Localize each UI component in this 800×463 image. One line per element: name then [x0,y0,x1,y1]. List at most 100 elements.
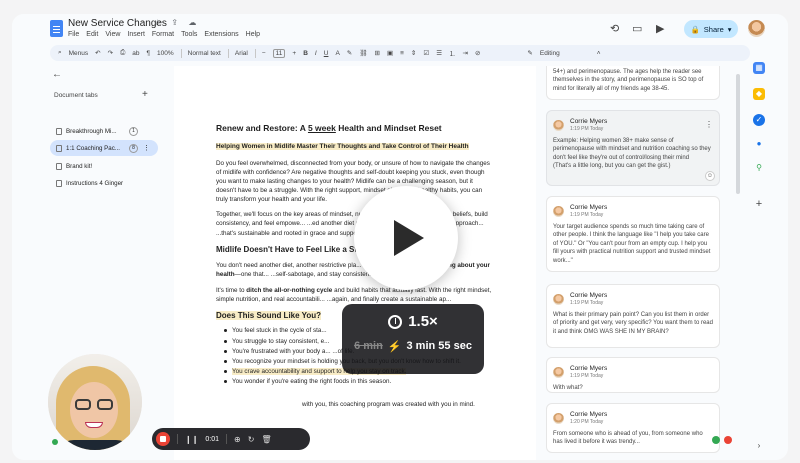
more-icon[interactable]: ⋮ [143,144,150,152]
indent-icon[interactable]: ⇥ [463,49,468,57]
menu-edit[interactable]: Edit [86,31,98,38]
comment-card[interactable]: Corrie Myers 1:19 PM Today ⋮ Example: Hel… [546,110,720,186]
image-icon[interactable]: ▣ [387,49,393,57]
keep-icon[interactable]: ◆ [753,88,765,100]
tab-breakthrough[interactable]: Breakthrough Mi... 1 [50,123,158,139]
menu-format[interactable]: Format [152,31,174,38]
share-label: Share [703,24,724,34]
menu-help[interactable]: Help [246,31,260,38]
font-select[interactable]: Arial [235,50,248,57]
numbered-list-icon[interactable]: ⒈ [449,48,456,58]
paragraph: You don't need another diet, another res… [216,261,494,279]
undo-icon[interactable]: ↶ [95,49,100,57]
chevron-up-icon[interactable]: ˄ [597,50,601,57]
mode-select[interactable]: Editing [540,50,560,57]
chevron-right-icon[interactable]: › [753,440,765,452]
draw-icon[interactable]: ⊕ [234,435,241,444]
tab-label: Instructions 4 Ginger [66,179,124,187]
pause-icon[interactable]: ❙❙ [185,435,198,444]
menu-extensions[interactable]: Extensions [204,31,238,38]
maps-icon[interactable]: ⚲ [753,162,765,174]
toolbar: ⌕ Menus ↶ ↷ ⎙ ab ¶ 100% Normal text Aria… [50,45,750,61]
bold-icon[interactable]: B [303,50,308,57]
tab-instructions[interactable]: Instructions 4 Ginger [50,175,158,191]
print-icon[interactable]: ⎙ [120,49,125,57]
contacts-icon[interactable]: ● [753,138,765,150]
comment-card[interactable]: Corrie Myers 1:20 PM Today From someone w… [546,403,720,453]
back-arrow-icon[interactable]: ← [52,69,62,80]
lock-icon: 🔒 [690,24,700,34]
comment-icon[interactable]: ▭ [632,22,642,35]
highlight-icon[interactable]: ✎ [347,49,352,57]
align-icon[interactable]: ≡ [400,50,404,57]
emoji-react-icon[interactable]: ☺ [705,171,715,181]
history-icon[interactable]: ⟲ [610,22,619,35]
comment-card[interactable]: Corrie Myers 1:19 PM Today What is their … [546,284,720,348]
comment-author: Corrie Myers [570,411,608,418]
share-button[interactable]: 🔒 Share ▾ [684,20,738,38]
search-icon[interactable]: ⌕ [58,49,62,57]
comment-card[interactable]: Corrie Myers 1:19 PM Today With what? [546,357,720,393]
tab-label: 1:1 Coaching Pac... [66,144,121,152]
docs-logo-icon[interactable] [50,20,63,37]
comment-author: Corrie Myers [570,118,608,125]
text: It's time to [216,286,247,294]
document-page[interactable]: Renew and Restore: A 5 week Health and M… [174,66,536,460]
restart-icon[interactable]: ↻ [248,435,255,444]
font-size-input[interactable]: 11 [272,48,286,58]
avatar[interactable] [748,20,765,37]
webcam-bubble[interactable] [48,354,142,450]
clear-format-icon[interactable]: ⊘ [475,49,480,57]
tab-label: Brand kit! [66,162,93,170]
avatar [553,412,564,424]
heading-text: Health and Mindset Reset [335,123,442,133]
tabs-header: Document tabs [54,92,98,99]
document-heading: Renew and Restore: A 5 week Health and M… [216,122,494,134]
insert-comment-icon[interactable]: ⊞ [375,49,380,57]
tab-brand-kit[interactable]: Brand kit! [50,158,158,174]
text-color-icon[interactable]: A [335,50,339,57]
redo-icon[interactable]: ↷ [108,49,113,57]
underline-icon[interactable]: U [324,50,329,57]
meet-icon[interactable]: ▶ [656,22,664,35]
zoom-select[interactable]: 100% [157,50,174,57]
checklist-icon[interactable]: ☑ [423,49,429,57]
calendar-icon[interactable]: ▦ [753,62,765,74]
trash-icon[interactable]: 🗑 [261,435,271,444]
add-addon-icon[interactable]: + [753,198,765,210]
font-size-increase[interactable]: + [292,50,296,57]
tab-badge: 1 [129,126,138,136]
comment-text: 54+) and perimenopause. The ages help th… [553,69,704,92]
menu-insert[interactable]: Insert [127,31,145,38]
style-select[interactable]: Normal text [188,50,221,57]
tasks-icon[interactable]: ✓ [753,114,765,126]
menus-search[interactable]: Menus [69,50,89,57]
paragraph: with you, this coaching program was crea… [302,401,475,409]
star-icon[interactable]: ☆ ⇪ ☁ [154,18,200,27]
menu-tools[interactable]: Tools [181,31,197,38]
menu-view[interactable]: View [105,31,120,38]
paint-format-icon[interactable]: ¶ [147,50,151,57]
speed-overlay: 1.5× 6 min ⚡ 3 min 55 sec [342,304,484,374]
document-title[interactable]: New Service Changes [68,18,167,29]
tab-coaching[interactable]: 1:1 Coaching Pac... 8 ⋮ [50,140,158,156]
italic-icon[interactable]: I [315,50,317,57]
line-spacing-icon[interactable]: ⇕ [411,49,416,57]
comment-card[interactable]: 54+) and perimenopause. The ages help th… [546,66,720,101]
comment-card[interactable]: Corrie Myers 1:19 PM Today Your target au… [546,196,720,272]
divider [177,434,178,444]
scrollbar[interactable] [736,74,740,194]
play-button[interactable] [354,186,458,290]
menu-file[interactable]: File [68,31,79,38]
bullet-list-icon[interactable]: ☰ [436,49,442,57]
spellcheck-icon[interactable]: ab [132,50,139,57]
doc-tab-icon [56,144,62,152]
add-tab-icon[interactable]: + [142,89,148,100]
app-window: New Service Changes ☆ ⇪ ☁ File Edit View… [12,14,788,460]
comments-panel: 54+) and perimenopause. The ages help th… [546,66,744,460]
font-size-decrease[interactable]: − [262,50,266,57]
more-icon[interactable]: ⋮ [705,119,713,130]
link-icon[interactable]: ⛓ [359,49,367,57]
comment-time: 1:20 PM Today [570,419,604,426]
stop-button[interactable] [156,432,170,446]
